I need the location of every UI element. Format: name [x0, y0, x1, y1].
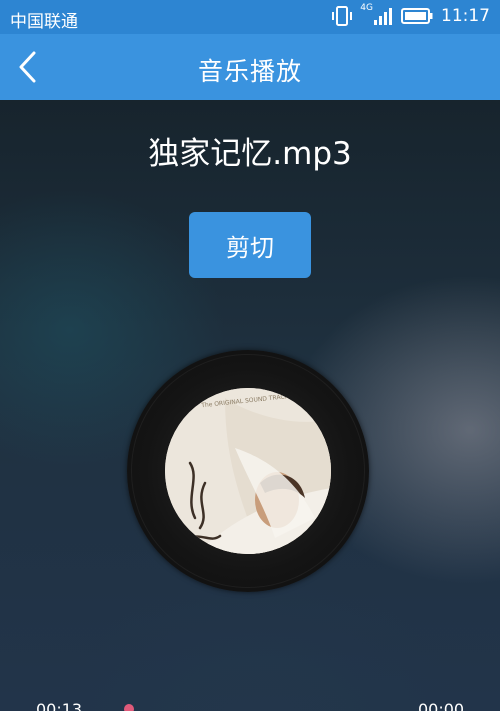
cut-button[interactable]: 剪切	[189, 212, 311, 278]
song-title: 独家记忆.mp3	[148, 136, 352, 172]
progress-row: 00:13 00:00	[0, 700, 500, 711]
status-bar: 中国联通 4G 11:17	[0, 0, 500, 34]
album-cover: The ORIGINAL SOUND TRACK	[165, 388, 331, 554]
clock-label: 11:17	[441, 6, 490, 26]
status-icons: 4G 11:17	[332, 3, 490, 27]
progress-thumb[interactable]	[124, 704, 134, 711]
signal-icon	[374, 8, 392, 25]
total-time: 00:00	[418, 700, 465, 711]
vibrate-icon	[332, 6, 353, 26]
carrier-label: 中国联通	[10, 12, 78, 32]
album-art-image	[165, 388, 331, 554]
current-time: 00:13	[36, 700, 83, 711]
network-type-label: 4G	[360, 3, 373, 13]
page-title: 音乐播放	[197, 57, 302, 86]
app-header: 音乐播放	[0, 34, 500, 100]
battery-icon	[401, 8, 433, 24]
